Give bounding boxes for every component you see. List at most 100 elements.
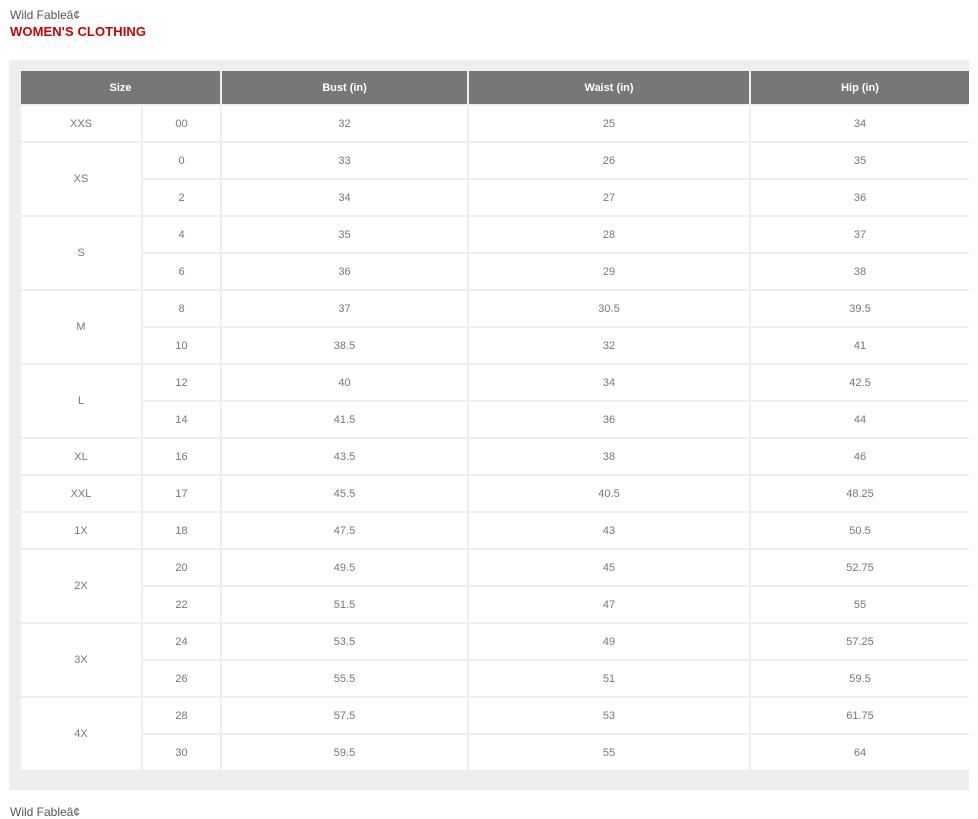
- waist-cell: 27: [469, 180, 750, 215]
- table-row: 1X 18 47.5 43 50.5: [21, 513, 970, 548]
- table-row: XXS 00 32 25 34: [21, 106, 970, 141]
- table-row: 3X 24 53.5 49 57.25: [21, 624, 970, 696]
- size-number-cell: 00: [143, 106, 221, 141]
- size-number-cell: 20: [143, 550, 221, 585]
- header-bust: Bust (in): [222, 71, 468, 104]
- size-number-cell: 16: [143, 439, 221, 474]
- size-letter-cell: M: [21, 291, 141, 363]
- waist-cell: 38: [469, 439, 750, 474]
- waist-cell: 55: [469, 735, 750, 770]
- table-header-row: Size Bust (in) Waist (in) Hip (in): [21, 71, 970, 104]
- hip-cell: 55: [751, 587, 970, 622]
- size-letter-cell: XXS: [21, 106, 141, 141]
- waist-cell: 29: [469, 254, 750, 289]
- table-row: 10 38.5 32 41: [21, 328, 970, 363]
- size-letter-cell: 3X: [21, 624, 141, 696]
- waist-cell: 40.5: [469, 476, 750, 511]
- size-number-cell: 26: [143, 661, 221, 696]
- table-row: 6 36 29 38: [21, 254, 970, 289]
- bust-cell: 43.5: [222, 439, 468, 474]
- bust-cell: 33: [222, 143, 468, 178]
- size-number-cell: 30: [143, 735, 221, 770]
- bust-cell: 59.5: [222, 735, 468, 770]
- waist-cell: 36: [469, 402, 750, 437]
- hip-cell: 46: [751, 439, 970, 474]
- hip-cell: 34: [751, 106, 970, 141]
- bust-cell: 40: [222, 365, 468, 400]
- waist-cell: 26: [469, 143, 750, 178]
- hip-cell: 39.5: [751, 291, 970, 326]
- brand-name: Wild Fableâ¢: [10, 8, 81, 22]
- waist-cell: 28: [469, 217, 750, 252]
- bust-cell: 32: [222, 106, 468, 141]
- hip-cell: 42.5: [751, 365, 970, 400]
- hip-cell: 48.25: [751, 476, 970, 511]
- table-row: XXL 17 45.5 40.5 48.25: [21, 476, 970, 511]
- bust-cell: 36: [222, 254, 468, 289]
- size-letter-cell: S: [21, 217, 141, 289]
- size-letter-cell: 2X: [21, 550, 141, 622]
- size-number-cell: 22: [143, 587, 221, 622]
- hip-cell: 38: [751, 254, 970, 289]
- size-number-cell: 24: [143, 624, 221, 659]
- hip-cell: 50.5: [751, 513, 970, 548]
- size-number-cell: 2: [143, 180, 221, 215]
- size-number-cell: 8: [143, 291, 221, 326]
- table-row: M 8 37 30.5 39.5: [21, 291, 970, 363]
- bust-cell: 55.5: [222, 661, 468, 696]
- bust-cell: 53.5: [222, 624, 468, 659]
- bust-cell: 47.5: [222, 513, 468, 548]
- bust-cell: 35: [222, 217, 468, 252]
- waist-cell: 45: [469, 550, 750, 585]
- size-chart-table: Size Bust (in) Waist (in) Hip (in) XXS 00…: [19, 69, 971, 772]
- hip-cell: 57.25: [751, 624, 970, 659]
- hip-cell: 41: [751, 328, 970, 363]
- table-row: 26 55.5 51 59.5: [21, 661, 970, 696]
- header-hip: Hip (in): [751, 71, 970, 104]
- table-row: S 4 35 28 37: [21, 217, 970, 289]
- size-letter-cell: 4X: [21, 698, 141, 770]
- size-number-cell: 18: [143, 513, 221, 548]
- bust-cell: 41.5: [222, 402, 468, 437]
- hip-cell: 61.75: [751, 698, 970, 733]
- waist-cell: 43: [469, 513, 750, 548]
- table-body: XXS 00 32 25 34 XS 0 33 26 35 2 34 27 36 S 4 35 28 37 6 36 29…: [21, 106, 970, 770]
- bust-cell: 38.5: [222, 328, 468, 363]
- table-row: 30 59.5 55 64: [21, 735, 970, 770]
- waist-cell: 30.5: [469, 291, 750, 326]
- bust-cell: 37: [222, 291, 468, 326]
- size-number-cell: 14: [143, 402, 221, 437]
- size-number-cell: 17: [143, 476, 221, 511]
- size-number-cell: 0: [143, 143, 221, 178]
- size-number-cell: 6: [143, 254, 221, 289]
- page-title: WOMEN'S CLOTHING: [10, 24, 147, 39]
- table-row: XL 16 43.5 38 46: [21, 439, 970, 474]
- table-row: 2X 20 49.5 45 52.75: [21, 550, 970, 622]
- waist-cell: 53: [469, 698, 750, 733]
- hip-cell: 35: [751, 143, 970, 178]
- size-number-cell: 12: [143, 365, 221, 400]
- table-row: 4X 28 57.5 53 61.75: [21, 698, 970, 770]
- hip-cell: 44: [751, 402, 970, 437]
- header-waist: Waist (in): [469, 71, 750, 104]
- size-chart-container: Size Bust (in) Waist (in) Hip (in) XXS 00…: [9, 60, 971, 790]
- table-row: 14 41.5 36 44: [21, 402, 970, 437]
- table-row: 2 34 27 36: [21, 180, 970, 215]
- hip-cell: 36: [751, 180, 970, 215]
- waist-cell: 49: [469, 624, 750, 659]
- waist-cell: 47: [469, 587, 750, 622]
- table-row: L 12 40 34 42.5: [21, 365, 970, 437]
- table-row: 22 51.5 47 55: [21, 587, 970, 622]
- size-number-cell: 10: [143, 328, 221, 363]
- waist-cell: 34: [469, 365, 750, 400]
- bust-cell: 57.5: [222, 698, 468, 733]
- bust-cell: 34: [222, 180, 468, 215]
- size-letter-cell: L: [21, 365, 141, 437]
- header-size: Size: [21, 71, 221, 104]
- footer-brand-name: Wild Fableâ¢: [10, 805, 81, 819]
- bust-cell: 49.5: [222, 550, 468, 585]
- size-letter-cell: XL: [21, 439, 141, 474]
- hip-cell: 64: [751, 735, 970, 770]
- bust-cell: 51.5: [222, 587, 468, 622]
- size-number-cell: 28: [143, 698, 221, 733]
